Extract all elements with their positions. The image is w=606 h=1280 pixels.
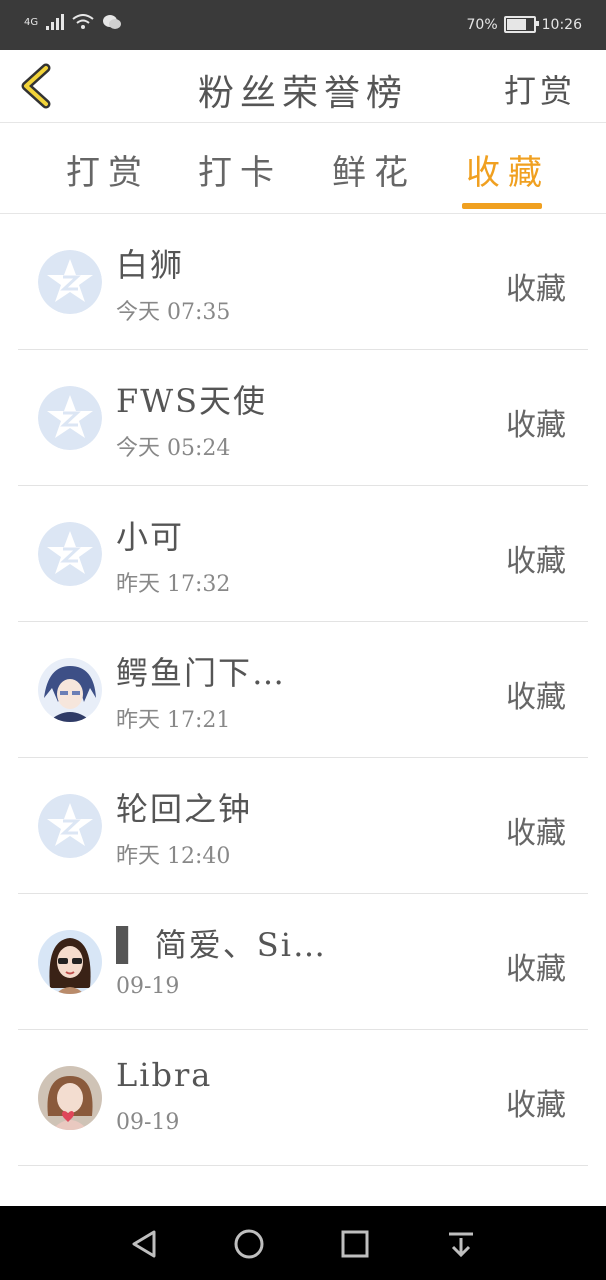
- list-item[interactable]: ▌ 简爱、Si… 09-19 收藏: [0, 894, 606, 1030]
- favorite-label: 收藏: [506, 1088, 566, 1123]
- favorite-label: 收藏: [506, 272, 566, 307]
- list-item[interactable]: 白狮 今天 07:35 收藏: [0, 214, 606, 350]
- anime-avatar: [38, 658, 102, 722]
- default-avatar-icon: [38, 250, 102, 314]
- girl-avatar-2: [38, 1066, 102, 1130]
- user-name: 鳄鱼门下…: [116, 654, 287, 692]
- list-item[interactable]: 小可 昨天 17:32 收藏: [0, 486, 606, 622]
- reward-button[interactable]: 打赏: [504, 66, 576, 112]
- active-tab-indicator: [462, 203, 542, 209]
- timestamp: 09-19: [116, 974, 180, 999]
- timestamp: 昨天 17:32: [116, 572, 231, 597]
- clock: 10:26: [541, 16, 582, 33]
- default-avatar-icon: [38, 522, 102, 586]
- timestamp: 昨天 17:21: [116, 708, 231, 733]
- tab-bar: 打赏 打卡 鲜花 收藏: [0, 123, 606, 214]
- user-name: 小可: [116, 518, 185, 556]
- notification-pulldown-icon[interactable]: [443, 1226, 479, 1262]
- user-name: 轮回之钟: [116, 790, 253, 828]
- timestamp: 今天 05:24: [116, 436, 231, 461]
- fan-list: 白狮 今天 07:35 收藏 FWS天使 今天 05:24 收藏 小可 昨天 1…: [0, 214, 606, 1166]
- tab-checkin[interactable]: 打卡: [198, 145, 282, 194]
- default-avatar-icon: [38, 386, 102, 450]
- user-name: Libra: [116, 1056, 213, 1094]
- favorite-label: 收藏: [506, 544, 566, 579]
- list-item[interactable]: FWS天使 今天 05:24 收藏: [0, 350, 606, 486]
- back-triangle-icon[interactable]: [126, 1226, 162, 1262]
- status-right: 70% 10:26: [467, 16, 582, 33]
- user-name: FWS天使: [116, 382, 268, 420]
- status-left: 4G: [24, 14, 122, 30]
- home-circle-icon[interactable]: [231, 1226, 267, 1262]
- wechat-icon: [103, 15, 122, 29]
- wifi-icon: [72, 14, 94, 29]
- tab-flowers[interactable]: 鲜花: [332, 145, 416, 194]
- battery-icon: [503, 16, 539, 33]
- tab-favorite[interactable]: 收藏: [466, 145, 550, 194]
- list-item[interactable]: 鳄鱼门下… 昨天 17:21 收藏: [0, 622, 606, 758]
- favorite-label: 收藏: [506, 952, 566, 987]
- list-item[interactable]: Libra 09-19 收藏: [0, 1030, 606, 1166]
- battery-percent: 70%: [466, 16, 498, 33]
- timestamp: 今天 07:35: [116, 300, 231, 325]
- user-name: 白狮: [116, 246, 185, 284]
- system-nav-bar: [0, 1206, 606, 1280]
- favorite-label: 收藏: [506, 680, 566, 715]
- user-name: ▌ 简爱、Si…: [116, 926, 327, 964]
- timestamp: 09-19: [116, 1110, 180, 1135]
- list-item[interactable]: 轮回之钟 昨天 12:40 收藏: [0, 758, 606, 894]
- girl-avatar: [38, 930, 102, 994]
- signal-icon: [46, 14, 65, 30]
- default-avatar-icon: [38, 794, 102, 858]
- favorite-label: 收藏: [506, 816, 566, 851]
- favorite-label: 收藏: [506, 408, 566, 443]
- app-header: 粉丝荣誉榜 打赏: [0, 50, 606, 123]
- recents-square-icon[interactable]: [337, 1226, 373, 1262]
- status-bar: 4G 70% 10:26: [0, 0, 606, 50]
- network-type: 4G: [24, 16, 39, 28]
- tab-reward[interactable]: 打赏: [66, 145, 150, 194]
- timestamp: 昨天 12:40: [116, 844, 231, 869]
